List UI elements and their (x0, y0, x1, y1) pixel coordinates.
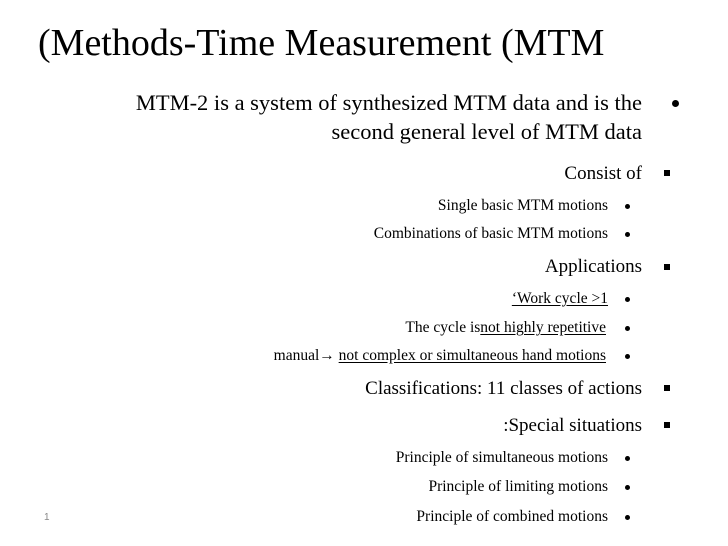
slide: (Methods-Time Measurement (MTM MTM-2 is … (0, 0, 728, 546)
bullet-item-classifications: Classifications: 11 classes of actions (365, 376, 642, 402)
bullet-item-special-situations: :Special situations (503, 413, 642, 439)
bullet-item-limiting: Principle of limiting motions (428, 476, 608, 498)
bullet-text: Principle of limiting motions (428, 478, 608, 495)
slide-number: 1 (44, 512, 50, 523)
bullet-item-work-cycle: ‘Work cycle >1 (512, 288, 608, 310)
bullet-text: :Special situations (503, 415, 642, 436)
bullet-text: Combinations of basic MTM motions (373, 225, 608, 242)
bullet-item-single-basic: Single basic MTM motions (438, 195, 608, 217)
bullet-text: manual→ (273, 347, 339, 364)
bullet-item-combined: Principle of combined motions (416, 506, 608, 528)
bullet-text: second general level of MTM data (331, 119, 642, 144)
square-bullet-icon (664, 264, 670, 270)
bullet-text-underlined: ‘Work cycle >1 (511, 290, 608, 307)
bullet-item-mtm2-line1: MTM-2 is a system of synthesized MTM dat… (136, 88, 642, 118)
round-bullet-icon (672, 100, 679, 107)
bullet-item-combinations: Combinations of basic MTM motions (374, 223, 608, 245)
bullet-text: MTM-2 is a system of synthesized MTM dat… (135, 90, 642, 115)
bullet-item-consist-of: Consist of (564, 161, 642, 187)
square-bullet-icon (664, 170, 670, 176)
round-bullet-icon (625, 232, 630, 237)
bullet-text: The cycle is (405, 319, 481, 336)
bullet-text: Principle of combined motions (416, 508, 608, 525)
slide-title: (Methods-Time Measurement (MTM (38, 22, 605, 64)
square-bullet-icon (664, 385, 670, 391)
round-bullet-icon (625, 204, 630, 209)
bullet-text-underlined: not highly repetitive (480, 319, 606, 336)
bullet-item-simultaneous: Principle of simultaneous motions (396, 447, 608, 469)
bullet-text: Single basic MTM motions (437, 197, 608, 214)
bullet-text-underlined: not complex or simultaneous hand motions (338, 347, 606, 364)
bullet-item-cycle-not-repetitive: The cycle isnot highly repetitive (405, 317, 606, 339)
round-bullet-icon (625, 515, 630, 520)
round-bullet-icon (625, 326, 630, 331)
round-bullet-icon (625, 485, 630, 490)
round-bullet-icon (625, 297, 630, 302)
bullet-item-applications: Applications (545, 254, 642, 280)
bullet-item-mtm2-line2: second general level of MTM data (331, 117, 642, 147)
bullet-text: Classifications: 11 classes of actions (365, 378, 642, 399)
round-bullet-icon (625, 456, 630, 461)
bullet-text: Consist of (564, 163, 642, 184)
bullet-text: Principle of simultaneous motions (395, 449, 608, 466)
bullet-text: Applications (544, 256, 642, 277)
round-bullet-icon (625, 354, 630, 359)
square-bullet-icon (664, 422, 670, 428)
bullet-item-manual: manual→ not complex or simultaneous hand… (274, 345, 606, 367)
